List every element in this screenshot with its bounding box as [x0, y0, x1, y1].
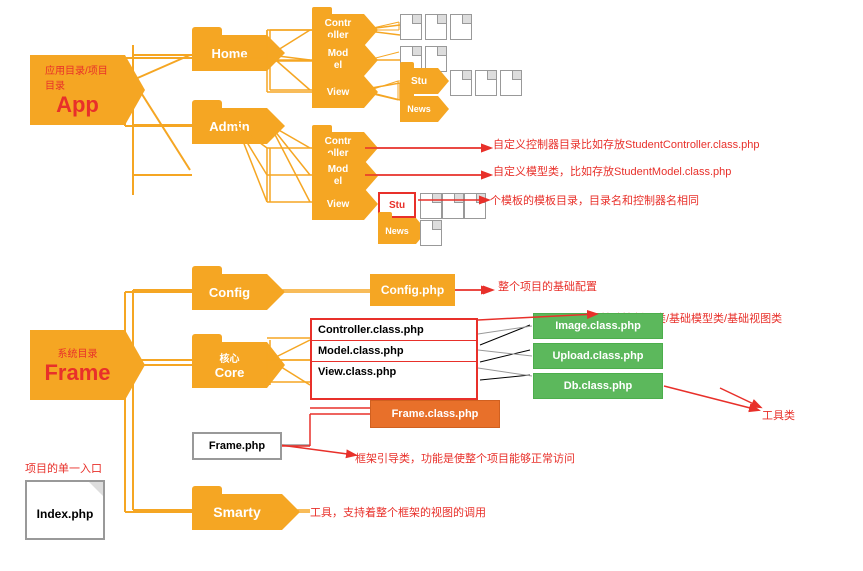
home-view-folder: View	[312, 76, 364, 108]
config-folder: Config	[192, 274, 267, 310]
model-class-label: Model.class.php	[312, 341, 476, 362]
index-entry-section: 项目的单一入口 Index.php	[25, 460, 105, 540]
index-php-label: Index.php	[37, 507, 94, 521]
annotation-custom-controller: 自定义控制器目录比如存放StudentController.class.php	[493, 136, 760, 152]
annotation-custom-view: 个模板的模板目录，目录名和控制器名相同	[490, 192, 699, 208]
admin-news-folder: News	[378, 218, 416, 244]
app-banner: 应用目录/项目目录 App	[30, 55, 125, 125]
view-class-label: View.class.php	[312, 362, 476, 382]
annotation-custom-model: 自定义模型类，比如存放StudentModel.class.php	[493, 163, 731, 179]
annotation-smarty: 工具，支持着整个框架的视图的调用	[310, 504, 486, 520]
frame-subtitle: 系统目录	[58, 345, 98, 360]
annotation-frame: 框架引导类，功能是使整个项目能够正常访问	[355, 450, 575, 466]
frame-title: Frame	[44, 360, 110, 386]
file-icon-12	[420, 220, 442, 246]
frame-class-box: Frame.class.php	[370, 400, 500, 428]
annotation-config: 整个项目的基础配置	[498, 278, 597, 294]
upload-class-box: Upload.class.php	[533, 343, 663, 369]
frame-php-box: Frame.php	[192, 432, 282, 460]
news-folder: News	[400, 96, 438, 122]
file-icon-11	[464, 193, 486, 219]
config-php-box: Config.php	[370, 274, 455, 306]
controller-class-label: Controller.class.php	[312, 320, 476, 341]
core-files-box: Controller.class.php Model.class.php Vie…	[310, 318, 478, 400]
file-icon-7	[475, 70, 497, 96]
frame-banner: 系统目录 Frame	[30, 330, 125, 400]
file-icon-8	[500, 70, 522, 96]
file-icon-9	[420, 193, 442, 219]
home-folder: Home	[192, 35, 267, 71]
annotation-tool: 工具类	[762, 407, 795, 423]
admin-folder: Admin	[192, 108, 267, 144]
index-label: 项目的单一入口	[25, 460, 105, 476]
db-class-box: Db.class.php	[533, 373, 663, 399]
app-title: App	[56, 92, 99, 118]
file-icon-2	[425, 14, 447, 40]
admin-view-folder: View	[312, 188, 364, 220]
app-subtitle: 应用目录/项目目录	[45, 62, 110, 92]
index-php-box: Index.php	[25, 480, 105, 540]
file-icon-10	[442, 193, 464, 219]
file-icon-1	[400, 14, 422, 40]
file-icon-6	[450, 70, 472, 96]
smarty-folder: Smarty	[192, 494, 282, 530]
core-folder: 核心 Core	[192, 342, 267, 388]
image-class-box: Image.class.php	[533, 313, 663, 339]
file-icon-3	[450, 14, 472, 40]
